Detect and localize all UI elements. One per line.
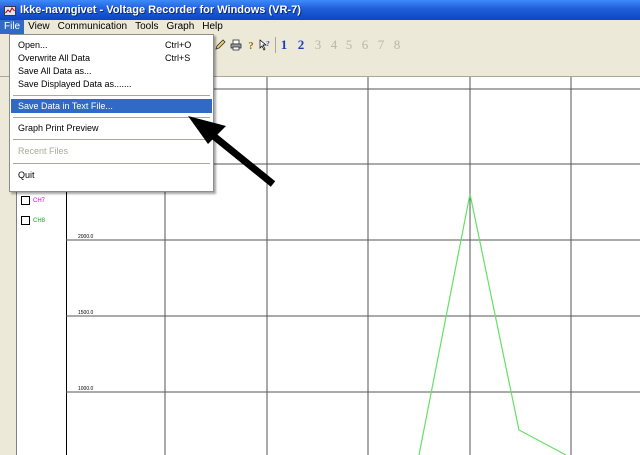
annotation-arrow-icon (188, 116, 276, 187)
app-window: Ikke-navngivet - Voltage Recorder for Wi… (0, 0, 640, 455)
